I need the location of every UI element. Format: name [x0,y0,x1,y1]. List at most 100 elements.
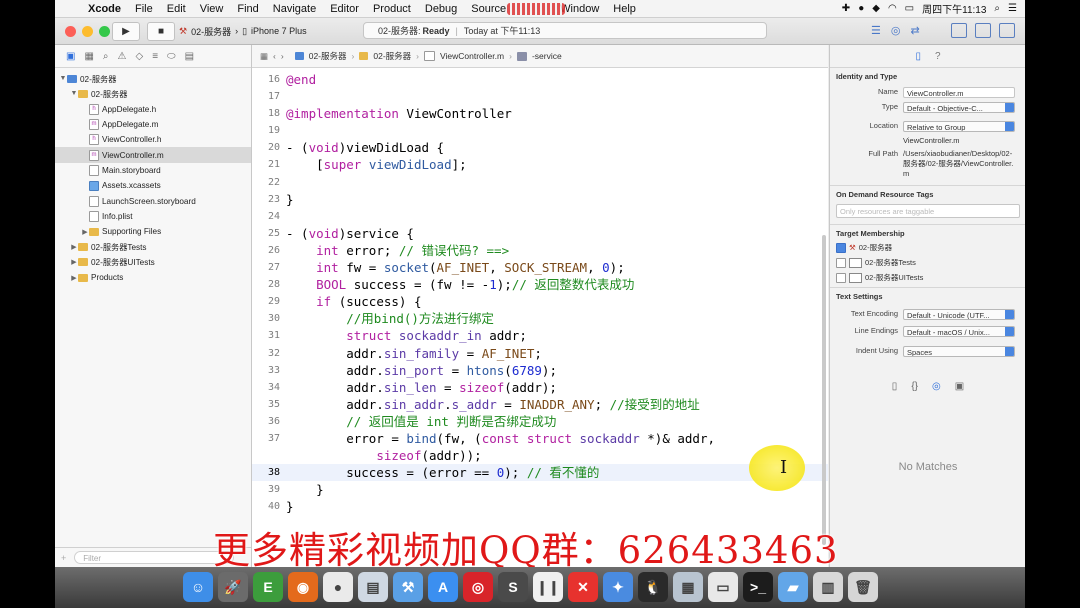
menu-source[interactable]: Source [464,3,513,15]
tree-item[interactable]: ▶ Products [55,270,251,285]
assistant-editor-icon[interactable]: ◎ [891,24,901,37]
code-line[interactable]: 30 //用bind()方法进行绑定 [252,310,828,327]
add-file-icon[interactable]: + [61,553,66,563]
tree-item[interactable]: h ViewController.h [55,132,251,147]
object-library-icon[interactable]: ◎ [932,381,941,397]
code-line[interactable]: 19 [252,122,828,139]
target-row[interactable]: 02-服务器UITests [830,270,1025,285]
toggle-navigator-icon[interactable] [951,23,967,38]
code-line[interactable]: 29 if (success) { [252,293,828,310]
tree-item[interactable]: ▶ Supporting Files [55,224,251,239]
code-line[interactable]: 35 addr.sin_addr.s_addr = INADDR_ANY; //… [252,396,828,413]
search-icon[interactable]: ⌕ [994,3,1000,14]
test-navigator-icon[interactable]: ◇ [135,51,143,62]
qq-status-icon[interactable]: ◆ [872,3,880,14]
photo-icon[interactable]: ▦ [673,572,703,602]
preview-icon[interactable]: ▤ [358,572,388,602]
sublime-icon[interactable]: S [498,572,528,602]
code-line[interactable]: 20 - (void)viewDidLoad { [252,139,828,156]
menu-product[interactable]: Product [366,3,418,15]
target-checkbox[interactable] [836,257,846,268]
xcode-icon[interactable]: ⚒ [393,572,423,602]
code-line[interactable]: sizeof(addr)); [252,447,828,464]
type-popup[interactable]: Default - Objective-C... [903,102,1015,113]
clock[interactable]: 周四下午11:13 [922,1,986,16]
target-row[interactable]: ⚒ 02-服务器 [830,240,1025,255]
evernote-icon[interactable]: E [253,572,283,602]
code-line[interactable]: 28 BOOL success = (fw != -1);// 返回整数代表成功 [252,276,828,293]
target-checkbox[interactable] [836,242,846,253]
standard-editor-icon[interactable]: ☰ [871,24,881,37]
wechat-icon[interactable]: ● [323,572,353,602]
tree-item[interactable]: Info.plist [55,209,251,224]
menu-file[interactable]: File [128,3,160,15]
wechat-status-icon[interactable]: ● [858,3,864,14]
menu-debug[interactable]: Debug [418,3,464,15]
code-line[interactable]: 33 addr.sin_port = htons(6789); [252,362,828,379]
crumb-group[interactable]: 02-服务器 [373,50,411,62]
disclosure-open-icon[interactable]: ▼ [59,75,67,82]
trash-icon[interactable]: 🗑 [848,572,878,602]
file-inspector-icon[interactable]: ▯ [915,51,921,62]
minimize-button[interactable] [82,26,93,37]
code-line[interactable]: 16 @end [252,71,828,88]
code-line[interactable]: 22 [252,174,828,191]
code-line[interactable]: 21 [super viewDidLoad]; [252,156,828,173]
line-endings-popup[interactable]: Default - macOS / Unix... [903,326,1015,337]
finder-icon[interactable]: ☺ [183,572,213,602]
toggle-debug-area-icon[interactable] [975,23,991,38]
zoom-button[interactable] [99,26,110,37]
code-line[interactable]: 23} [252,191,828,208]
symbol-navigator-icon[interactable]: ▦ [84,51,93,62]
breakpoint-navigator-icon[interactable]: ⬭ [167,51,176,62]
toggle-inspector-icon[interactable] [999,23,1015,38]
tree-item[interactable]: ▶ 02-服务器Tests [55,239,251,254]
media-library-icon[interactable]: ▣ [955,381,964,397]
code-line[interactable]: 36 // 返回值是 int 判断是否绑定成功 [252,413,828,430]
firefox-icon[interactable]: ◉ [288,572,318,602]
tree-item[interactable]: Main.storyboard [55,163,251,178]
tree-item[interactable]: m ViewController.m [55,147,251,163]
navigator-filter-input[interactable]: Filter [74,551,235,564]
location-popup[interactable]: Relative to Group [903,121,1015,132]
tree-item[interactable]: h AppDelegate.h [55,102,251,117]
appstore-icon[interactable]: A [428,572,458,602]
terminal-icon[interactable]: >_ [743,572,773,602]
version-editor-icon[interactable]: ⇄ [910,24,919,37]
debug-navigator-icon[interactable]: ≡ [152,51,158,62]
menu-editor[interactable]: Editor [323,3,366,15]
wifi-icon[interactable]: ◠ [888,3,897,14]
code-line[interactable]: 37 error = bind(fw, (const struct sockad… [252,430,828,447]
code-line[interactable]: 27 int fw = socket(AF_INET, SOCK_STREAM,… [252,259,828,276]
notification-center-icon[interactable]: ☰ [1008,3,1017,14]
code-line[interactable]: 31 struct sockaddr_in addr; [252,327,828,344]
disclosure-closed-icon[interactable]: ▶ [70,243,78,251]
tree-item[interactable]: ▼ 02-服务器 [55,86,251,101]
tree-item[interactable]: ▼ 02-服务器 [55,71,251,86]
quick-help-icon[interactable]: ? [935,51,941,62]
tree-item[interactable]: m AppDelegate.m [55,117,251,132]
menu-help[interactable]: Help [606,3,643,15]
back-icon[interactable]: ‹ [273,51,276,61]
launchpad-icon[interactable]: 🚀 [218,572,248,602]
close-button[interactable] [65,26,76,37]
add-icon[interactable]: ✚ [842,3,850,14]
disclosure-closed-icon[interactable]: ▶ [81,228,89,236]
crumb-method[interactable]: -service [532,51,562,61]
folder-dock-icon[interactable]: ▰ [778,572,808,602]
code-line[interactable]: 34 addr.sin_len = sizeof(addr); [252,379,828,396]
crumb-file[interactable]: ViewController.m [440,51,504,61]
name-field[interactable]: ViewController.m [903,87,1015,98]
report-navigator-icon[interactable]: ▤ [185,51,194,62]
code-line[interactable]: 40} [252,498,828,515]
disclosure-closed-icon[interactable]: ▶ [70,274,78,282]
menu-find[interactable]: Find [230,3,265,15]
code-line[interactable]: 18 @implementation ViewController [252,105,828,122]
downloads-icon[interactable]: ▥ [813,572,843,602]
issue-navigator-icon[interactable]: ⚠ [118,51,127,62]
xmind-icon[interactable]: ✕ [568,572,598,602]
indent-popup[interactable]: Spaces [903,346,1015,357]
run-button[interactable]: ▶ [112,22,140,41]
scheme-selector[interactable]: ⚒ 02-服务器 › ▯ iPhone 7 Plus [179,23,307,39]
forward-icon[interactable]: › [281,51,284,61]
